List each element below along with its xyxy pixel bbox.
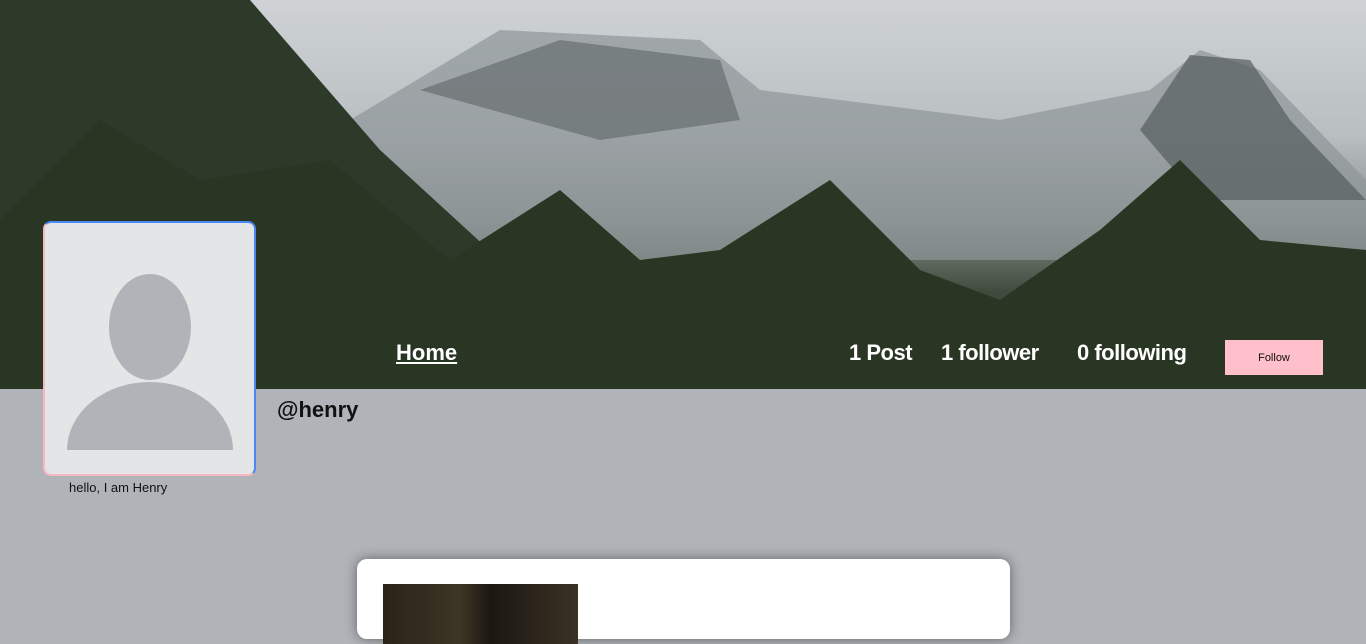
default-user-icon xyxy=(67,274,233,450)
post-count[interactable]: 1 Post xyxy=(849,340,913,366)
post-card[interactable] xyxy=(357,559,1010,644)
follower-count[interactable]: 1 follower xyxy=(941,340,1039,366)
follow-button[interactable]: Follow xyxy=(1225,340,1323,375)
post-image[interactable] xyxy=(383,584,578,644)
following-count[interactable]: 0 following xyxy=(1077,340,1187,366)
username: @henry xyxy=(277,397,359,422)
profile-avatar[interactable] xyxy=(43,221,256,476)
bio-text: hello, I am Henry xyxy=(69,480,168,495)
nav-home-link[interactable]: Home xyxy=(396,340,457,366)
